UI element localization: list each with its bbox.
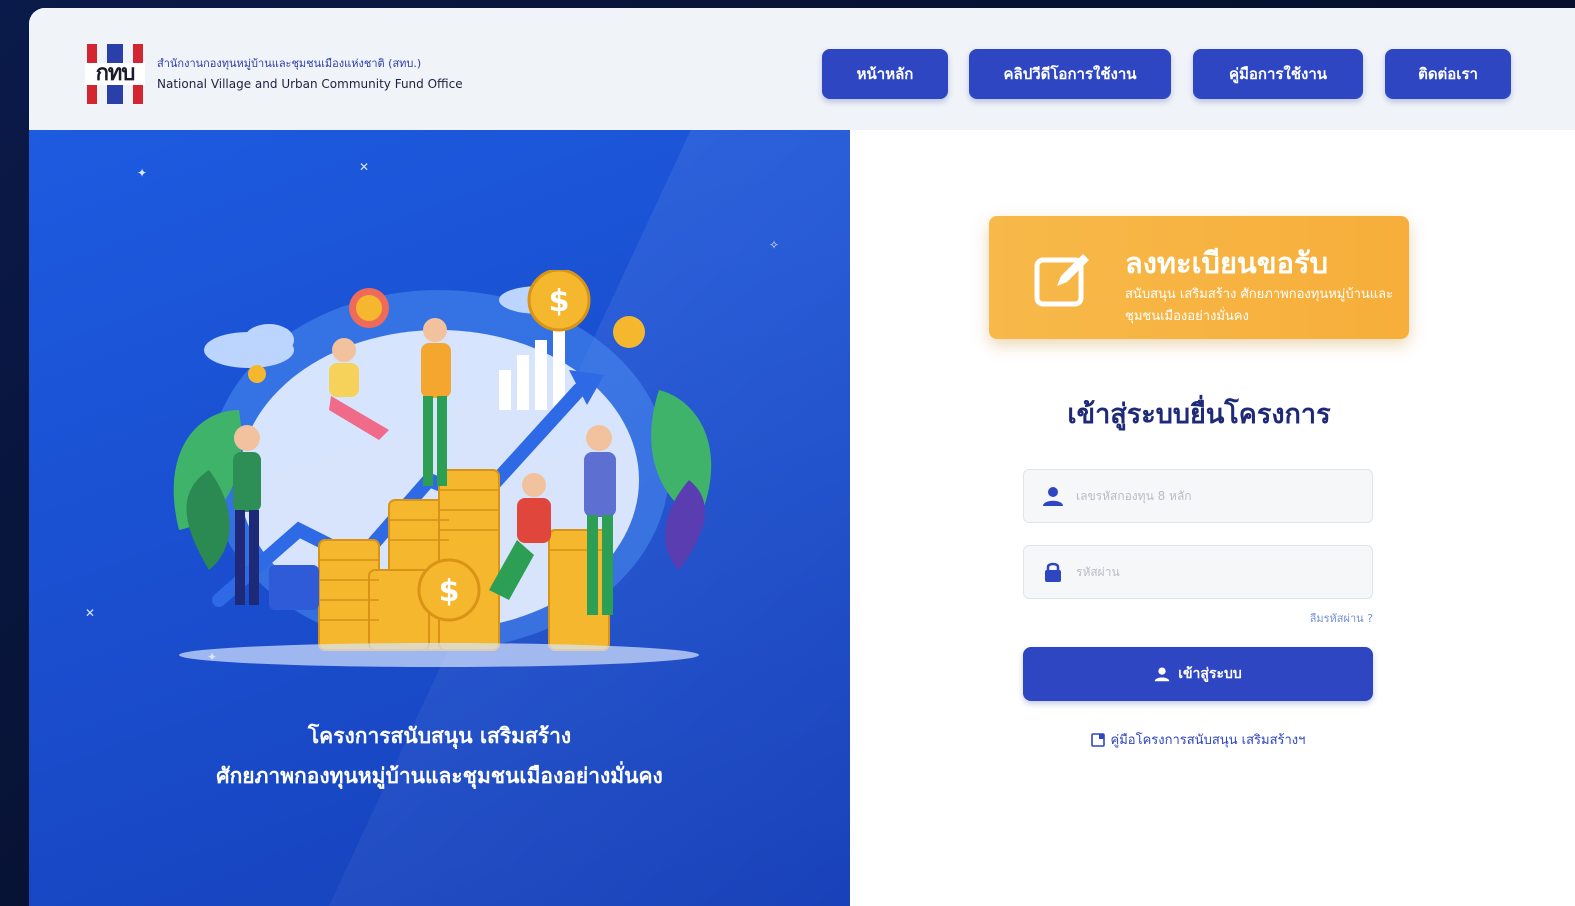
finance-growth-illustration: $ $ <box>173 270 712 667</box>
register-title: ลงทะเบียนขอรับ <box>1125 246 1328 280</box>
hero-caption-line2: ศักยภาพกองทุนหมู่บ้านและชุมชนเมืองอย่างม… <box>216 764 663 788</box>
org-logo[interactable]: กทบ <box>85 44 145 104</box>
nav-home-button[interactable]: หน้าหลัก <box>822 49 948 99</box>
nav-contact-button[interactable]: ติดต่อเรา <box>1385 49 1511 99</box>
edit-icon <box>1034 254 1089 307</box>
sparkle-icon: ✕ <box>85 606 96 620</box>
username-input[interactable] <box>1076 480 1356 512</box>
project-manual-label: คู่มือโครงการสนับสนุน เสริมสร้างฯ <box>1110 733 1306 748</box>
user-icon <box>1154 667 1170 682</box>
register-banner-button[interactable]: ลงทะเบียนขอรับ สนับสนุน เสริมสร้าง ศักยภ… <box>989 216 1409 339</box>
sparkle-icon: ✦ <box>137 166 148 180</box>
sparkle-icon: ✕ <box>359 160 370 174</box>
login-title: เข้าสู่ระบบยื่นโครงการ <box>1067 399 1331 430</box>
org-name-thai: สำนักงานกองทุนหมู่บ้านและชุมชนเมืองแห่งช… <box>157 57 422 70</box>
org-name-english: National Village and Urban Community Fun… <box>157 77 463 91</box>
password-field[interactable] <box>1023 545 1373 599</box>
hero-caption-line1: โครงการสนับสนุน เสริมสร้าง <box>307 724 572 748</box>
logo-text: กทบ <box>95 61 136 86</box>
password-input[interactable] <box>1076 556 1356 588</box>
user-icon <box>1043 487 1063 506</box>
login-submit-label: เข้าสู่ระบบ <box>1178 666 1242 682</box>
nav-user-manual-button[interactable]: คู่มือการใช้งาน <box>1193 49 1363 99</box>
nav-video-clips-button[interactable]: คลิปวีดีโอการใช้งาน <box>969 49 1171 99</box>
lock-icon <box>1045 562 1061 582</box>
document-icon <box>1090 732 1105 747</box>
register-subtitle: สนับสนุน เสริมสร้าง ศักยภาพกองทุนหมู่บ้า… <box>1125 287 1394 324</box>
login-submit-button[interactable]: เข้าสู่ระบบ <box>1023 647 1373 701</box>
username-field[interactable] <box>1023 469 1373 523</box>
svg-text:$: $ <box>439 574 460 609</box>
sparkle-icon: ✧ <box>769 238 780 252</box>
forgot-password-link[interactable]: ลืมรหัสผ่าน ? <box>1273 609 1373 627</box>
project-manual-link[interactable]: คู่มือโครงการสนับสนุน เสริมสร้างฯ <box>1023 729 1373 750</box>
hero-panel: ✦ ✕ ✧ ✕ ✦ <box>29 130 850 906</box>
app-frame: กทบ สำนักงานกองทุนหมู่บ้านและชุมชนเมืองแ… <box>29 8 1575 906</box>
top-header: กทบ สำนักงานกองทุนหมู่บ้านและชุมชนเมืองแ… <box>29 8 1575 130</box>
svg-text:$: $ <box>549 284 570 319</box>
